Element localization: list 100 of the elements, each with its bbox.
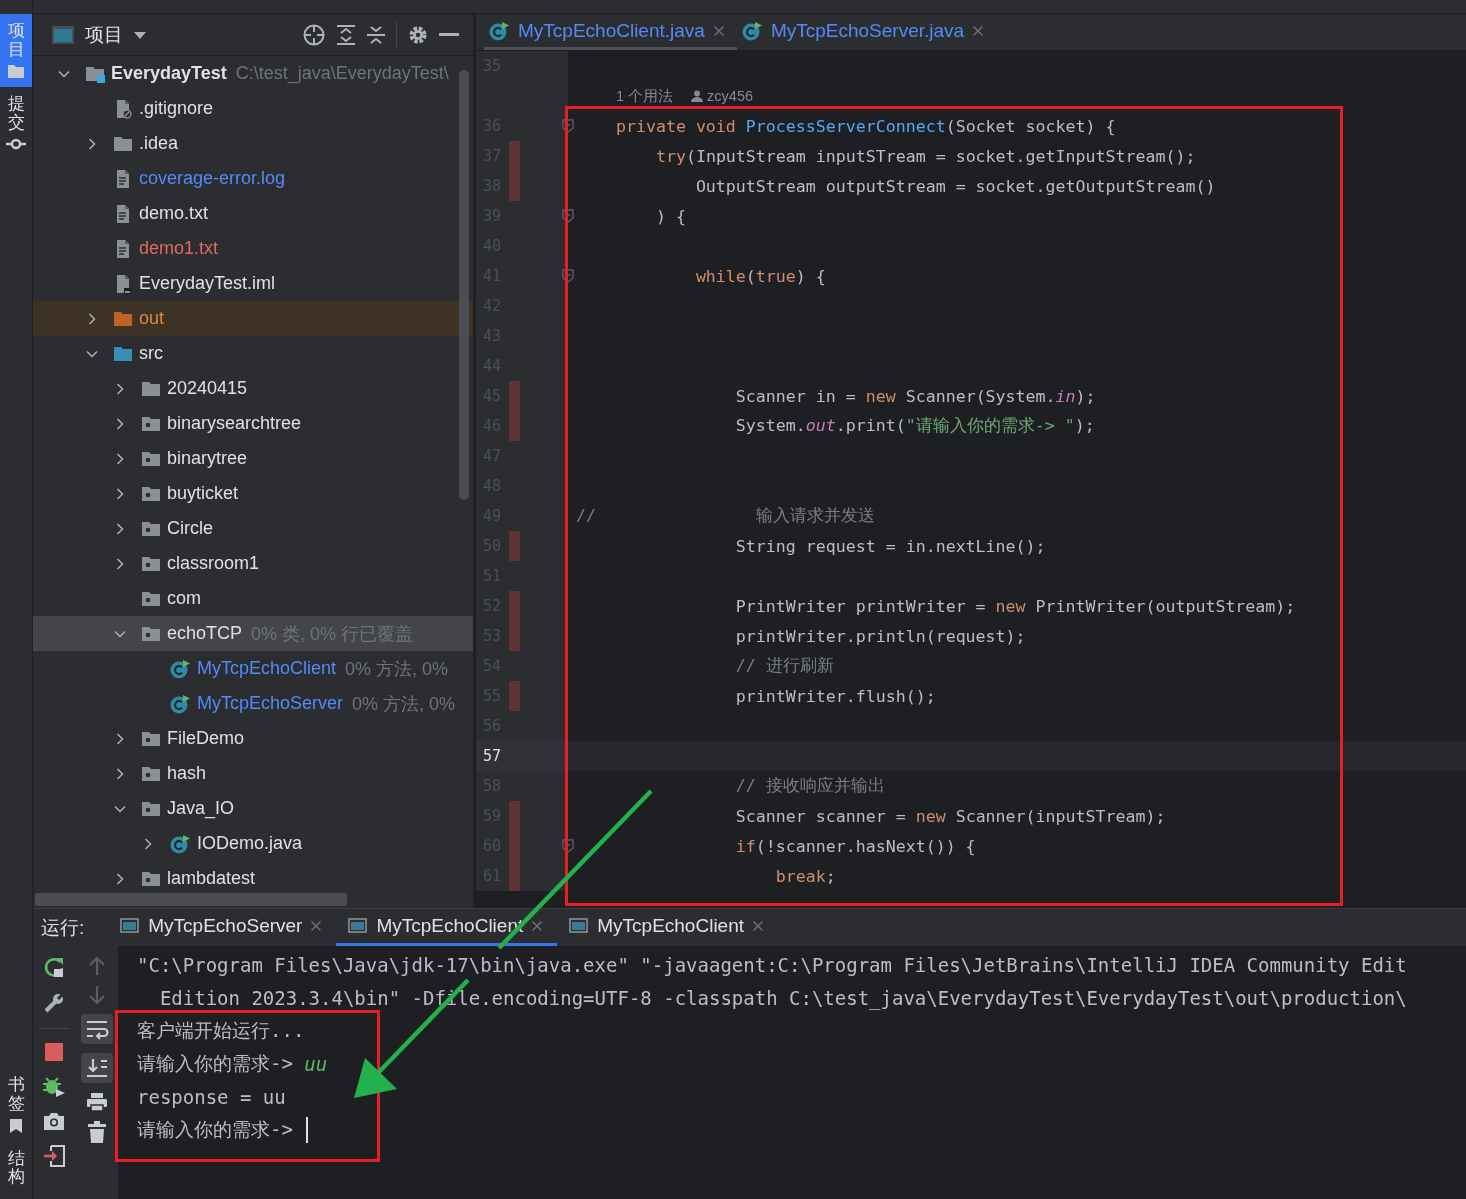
bug-icon[interactable]	[42, 1075, 66, 1097]
code-line: Scanner in = new Scanner(System.in);	[734, 386, 1096, 406]
file-name: MyTcpEchoServer	[197, 693, 344, 714]
file-name: IODemo.java	[197, 833, 303, 854]
file-name: binarytree	[167, 448, 248, 469]
camera-icon[interactable]	[43, 1111, 65, 1131]
printer-icon[interactable]	[85, 1092, 108, 1112]
tree-item[interactable]: 20240415	[33, 371, 473, 406]
code-line: if(!scanner.hasNext()) {	[734, 836, 976, 856]
scrollbar-thumb[interactable]	[459, 70, 469, 500]
console-line: response = uu	[137, 1084, 287, 1110]
console-line: 客户端开始运行...	[137, 1017, 306, 1043]
tree-item[interactable]: classroom1	[33, 546, 473, 581]
tree-item[interactable]: Circle	[33, 511, 473, 546]
run-tab[interactable]: MyTcpEchoServer	[108, 909, 337, 946]
file-name: EverydayTest	[111, 63, 227, 84]
collapse-all-icon[interactable]	[366, 23, 386, 46]
tree-item[interactable]: .gitignore	[33, 91, 473, 126]
code-line: String request = in.nextLine();	[734, 536, 1046, 556]
file-name: echoTCP	[167, 623, 243, 644]
rerun-icon[interactable]	[43, 956, 65, 978]
tree-item[interactable]: IODemo.java	[33, 826, 473, 861]
close-icon[interactable]	[752, 920, 764, 932]
commit-icon	[6, 136, 26, 151]
tree-item[interactable]: src	[33, 336, 473, 371]
code-line: printWriter.flush();	[734, 686, 936, 706]
folder-icon	[7, 63, 25, 80]
scroll-to-end-icon[interactable]	[80, 1053, 113, 1083]
tree-item[interactable]: binarysearchtree	[33, 406, 473, 441]
file-name: Circle	[167, 518, 213, 539]
file-name: EverydayTest.iml	[139, 273, 276, 294]
fold-icon[interactable]	[561, 119, 575, 133]
soft-wrap-icon[interactable]	[80, 1014, 113, 1044]
code-line: // 接收响应并输出	[734, 775, 885, 797]
tree-item[interactable]: com	[33, 581, 473, 616]
console-line: 请输入你的需求-> uu	[137, 1050, 329, 1077]
window-icon	[348, 917, 369, 935]
minimize-icon[interactable]	[439, 32, 459, 37]
coverage-hint: 0% 方法, 0%	[352, 692, 456, 716]
fold-icon[interactable]	[561, 839, 575, 853]
java-class-icon	[169, 693, 191, 714]
fold-icon[interactable]	[561, 269, 575, 283]
tool-window-button[interactable]: 书签	[0, 1068, 32, 1142]
tree-item[interactable]: EverydayTest C:\test_java\EverydayTest\	[33, 56, 473, 91]
tree-item[interactable]: hash	[33, 756, 473, 791]
tree-item[interactable]: binarytree	[33, 441, 473, 476]
tree-item[interactable]: MyTcpEchoServer 0% 方法, 0%	[33, 686, 473, 721]
coverage-hint: C:\test_java\EverydayTest\	[235, 63, 449, 84]
file-name: .idea	[139, 133, 179, 154]
code-line: OutputStream outputStream = socket.getOutputStream()	[694, 176, 1216, 196]
file-name: .gitignore	[139, 98, 214, 119]
bookmark-icon	[9, 1117, 23, 1134]
exit-icon[interactable]	[43, 1145, 65, 1167]
run-tab[interactable]: MyTcpEchoClient	[557, 909, 778, 946]
code-line: PrintWriter printWriter = new PrintWriter(outputStream);	[734, 596, 1296, 616]
code-line: Scanner scanner = new Scanner(inputSTream);	[734, 806, 1166, 826]
file-name: Java_IO	[167, 798, 235, 819]
code-line: printWriter.println(request);	[734, 626, 1026, 646]
expand-all-icon[interactable]	[336, 23, 356, 46]
tool-window-button[interactable]: 结构	[0, 1141, 32, 1195]
author-hint[interactable]: zcy456	[707, 88, 754, 104]
person-icon	[691, 90, 704, 102]
tree-item[interactable]: EverydayTest.iml	[33, 266, 473, 301]
code-line: // 进行刷新	[734, 655, 834, 677]
editor-tab[interactable]: MyTcpEchoServer.java	[736, 14, 997, 50]
file-name: coverage-error.log	[139, 168, 286, 189]
file-name: com	[167, 588, 201, 609]
tree-item[interactable]: demo1.txt	[33, 231, 473, 266]
tree-item[interactable]: demo.txt	[33, 196, 473, 231]
java-class-icon	[740, 20, 763, 41]
fold-icon[interactable]	[561, 209, 575, 223]
code-line: ) {	[654, 206, 686, 226]
close-icon[interactable]	[310, 920, 323, 932]
file-name: 20240415	[167, 378, 248, 399]
tree-item[interactable]: coverage-error.log	[33, 161, 473, 196]
panel-title[interactable]: 项目	[85, 21, 123, 48]
scrollbar-thumb[interactable]	[35, 893, 347, 906]
tool-window-button[interactable]: 提交	[0, 87, 32, 159]
crosshair-icon[interactable]	[302, 22, 326, 47]
close-icon[interactable]	[531, 920, 544, 932]
file-name: demo.txt	[139, 203, 209, 224]
dropdown-caret-icon[interactable]	[133, 29, 147, 40]
tree-item[interactable]: lambdatest	[33, 861, 473, 892]
tree-item[interactable]: out	[33, 301, 473, 336]
tool-window-button[interactable]: 项目	[0, 14, 32, 88]
close-icon[interactable]	[972, 24, 985, 37]
close-icon[interactable]	[712, 24, 725, 37]
coverage-hint: 0% 方法, 0%	[345, 657, 449, 681]
tree-item[interactable]: Java_IO	[33, 791, 473, 826]
tree-item[interactable]: MyTcpEchoClient 0% 方法, 0%	[33, 651, 473, 686]
tree-item[interactable]: .idea	[33, 126, 473, 161]
code-line: private void ProcessServerConnect(Socket socket) {	[614, 116, 1116, 136]
file-name: buyticket	[167, 483, 239, 504]
trash-icon[interactable]	[87, 1121, 106, 1143]
wrench-icon[interactable]	[43, 992, 65, 1014]
file-name: src	[139, 343, 163, 364]
tree-item[interactable]: buyticket	[33, 476, 473, 511]
usages-hint[interactable]: 1 个用法	[616, 86, 674, 106]
tree-item[interactable]: FileDemo	[33, 721, 473, 756]
code-line: System.out.print("请输入你的需求-> ");	[734, 415, 1095, 437]
